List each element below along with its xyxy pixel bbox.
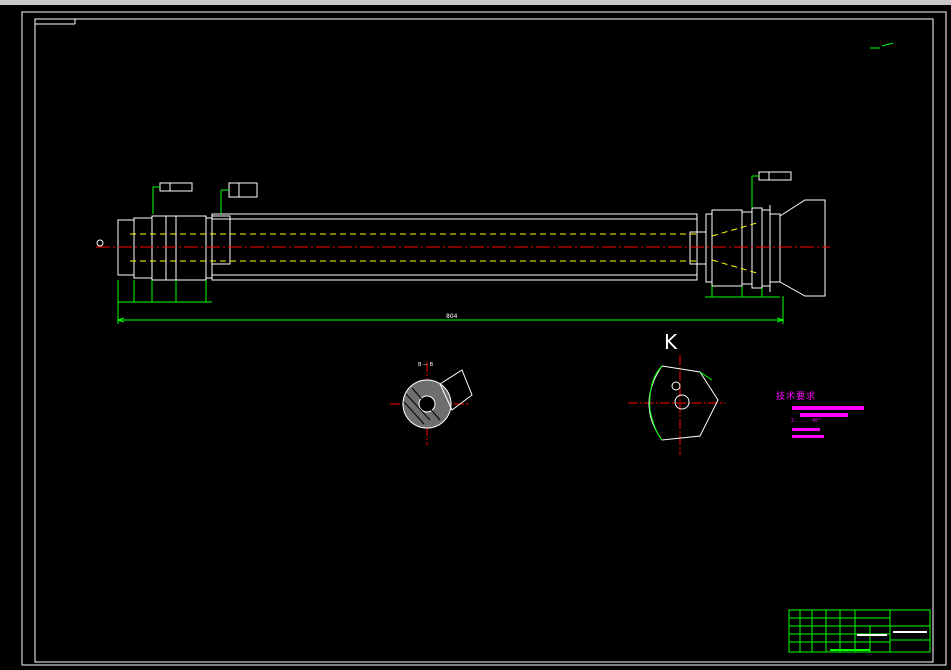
section-b-label: B — B xyxy=(418,362,434,368)
dimension-chain xyxy=(118,280,780,303)
section-view-b xyxy=(390,362,473,445)
shaft-outline xyxy=(117,199,826,297)
technical-notes-heading: 技术要求 xyxy=(776,392,817,402)
datum-symbol xyxy=(96,239,104,247)
technical-notes-angle: 2. ... 45° xyxy=(791,418,822,424)
view-k-label: K xyxy=(664,330,678,354)
hidden-lines xyxy=(130,221,761,275)
corner-mark xyxy=(870,42,894,49)
sheet-frame xyxy=(21,11,947,666)
cad-drawing-canvas: 804 xyxy=(21,11,947,666)
overall-dimension-text: 804 xyxy=(446,313,458,320)
leader-lines xyxy=(152,175,759,214)
view-k xyxy=(628,355,725,455)
tolerance-frames xyxy=(159,171,792,198)
